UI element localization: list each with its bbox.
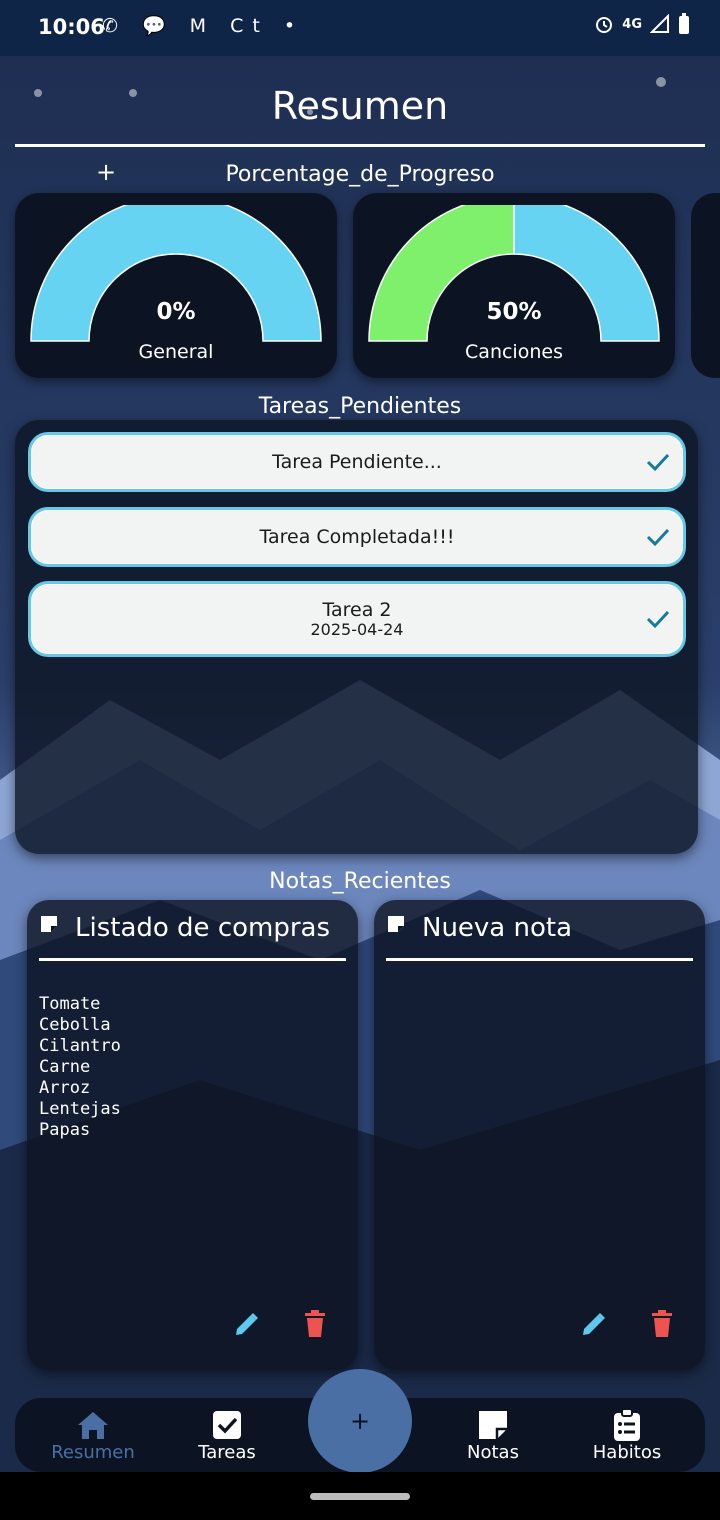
add-button[interactable]: + xyxy=(308,1369,412,1473)
gauge-value: 0% xyxy=(156,299,196,325)
note-divider xyxy=(386,958,693,961)
signal-icon xyxy=(650,14,669,33)
note-card[interactable]: Nueva nota xyxy=(374,900,705,1370)
nav-label: Notas xyxy=(467,1442,519,1463)
note-title: Listado de compras xyxy=(75,913,331,943)
note-icon xyxy=(479,1411,507,1439)
nav-item-resumen[interactable]: Resumen xyxy=(33,1398,153,1472)
edit-icon[interactable] xyxy=(233,1310,261,1338)
sticky-note-icon xyxy=(41,916,57,932)
status-bar: 10:06 ✆ 💬 M Ct • 4G xyxy=(0,0,720,56)
system-navigation-bar xyxy=(0,1472,720,1520)
task-item[interactable]: Tarea 2 2025-04-24 xyxy=(28,581,686,657)
status-time: 10:06 xyxy=(38,15,105,39)
edit-icon[interactable] xyxy=(580,1310,608,1338)
title-divider xyxy=(15,144,705,147)
gauge-value: 50% xyxy=(486,299,542,325)
task-date: 2025-04-24 xyxy=(310,620,404,639)
gauge-card-partial[interactable] xyxy=(691,193,720,378)
gauge-card-general[interactable]: 0% General xyxy=(15,193,337,378)
home-icon xyxy=(78,1412,108,1439)
notification-icons: ✆ 💬 M Ct • xyxy=(102,15,305,37)
progress-section-title: Porcentage_de_Progreso xyxy=(225,162,495,187)
check-icon[interactable] xyxy=(645,606,671,632)
tasks-panel: Tarea Pendiente... Tarea Completada!!! T… xyxy=(15,420,698,854)
battery-icon xyxy=(679,13,689,34)
network-type: 4G xyxy=(622,16,642,32)
task-title: Tarea 2 xyxy=(322,599,392,621)
note-card[interactable]: Listado de compras Tomate Cebolla Cilant… xyxy=(27,900,358,1370)
clipboard-list-icon xyxy=(614,1408,640,1441)
task-item[interactable]: Tarea Completada!!! xyxy=(28,507,686,567)
gauge-label: General xyxy=(138,341,214,363)
nav-label: Resumen xyxy=(51,1442,135,1463)
nav-label: Habitos xyxy=(592,1442,662,1463)
checkbox-icon xyxy=(213,1411,241,1439)
notes-section-title: Notas_Recientes xyxy=(269,869,451,894)
delete-icon[interactable] xyxy=(649,1310,675,1338)
note-title: Nueva nota xyxy=(422,913,573,943)
note-body: Tomate Cebolla Cilantro Carne Arroz Lent… xyxy=(39,994,121,1140)
gauge-card-canciones[interactable]: 50% Canciones xyxy=(353,193,675,378)
note-divider xyxy=(39,958,346,961)
alarm-icon xyxy=(596,17,613,33)
nav-item-notas[interactable]: Notas xyxy=(433,1398,553,1472)
check-icon[interactable] xyxy=(645,524,671,550)
delete-icon[interactable] xyxy=(302,1310,328,1338)
task-title: Tarea Completada!!! xyxy=(259,526,455,548)
home-gesture-bar[interactable] xyxy=(310,1493,410,1500)
sticky-note-icon xyxy=(388,916,404,932)
task-item[interactable]: Tarea Pendiente... xyxy=(28,432,686,492)
check-icon[interactable] xyxy=(645,449,671,475)
gauge-label: Canciones xyxy=(465,341,563,363)
nav-item-tareas[interactable]: Tareas xyxy=(167,1398,287,1472)
nav-item-habitos[interactable]: Habitos xyxy=(567,1398,687,1472)
system-icons: 4G xyxy=(594,13,690,35)
nav-label: Tareas xyxy=(198,1442,256,1463)
tasks-section-title: Tareas_Pendientes xyxy=(258,394,462,419)
task-title: Tarea Pendiente... xyxy=(272,451,442,473)
page-title: Resumen xyxy=(271,84,449,128)
